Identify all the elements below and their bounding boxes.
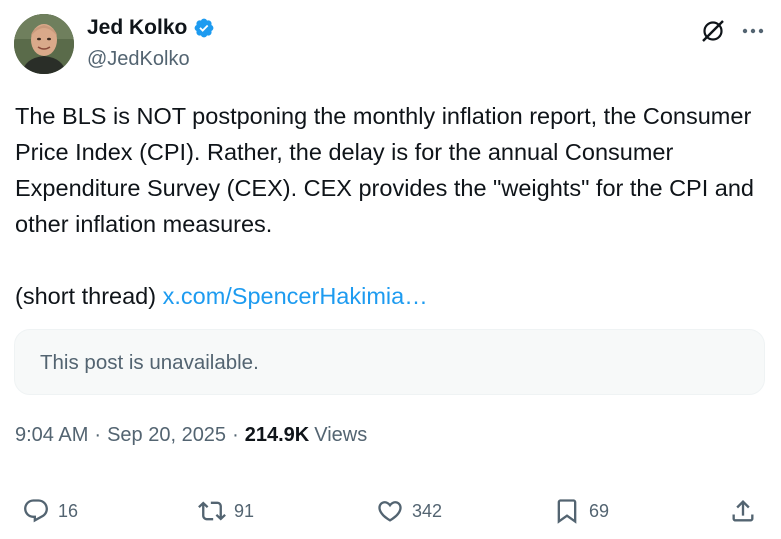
repost-button[interactable]: 91 — [198, 497, 254, 525]
tweet-date[interactable]: Sep 20, 2025 — [107, 424, 226, 447]
author-display-name[interactable]: Jed Kolko — [87, 16, 187, 40]
quoted-post-card[interactable]: This post is unavailable. — [14, 329, 765, 395]
tweet-meta: 9:04 AM · Sep 20, 2025 · 214.9K Views — [15, 424, 367, 447]
like-icon — [378, 501, 402, 522]
more-icon[interactable] — [740, 18, 766, 44]
bookmark-button[interactable]: 69 — [553, 497, 609, 525]
author-handle[interactable]: @JedKolko — [87, 48, 190, 71]
meta-separator: · — [94, 424, 102, 446]
author-name-row[interactable]: Jed Kolko — [87, 16, 215, 40]
repost-count: 91 — [234, 500, 255, 521]
bookmark-count: 69 — [589, 500, 610, 521]
reply-count: 16 — [58, 500, 79, 521]
bookmark-icon — [557, 499, 577, 524]
like-count: 342 — [412, 500, 443, 521]
tweet-text: The BLS is NOT postponing the monthly in… — [15, 98, 765, 314]
share-icon — [732, 500, 754, 522]
quoted-post-unavailable-text: This post is unavailable. — [40, 351, 259, 374]
tweet-paragraph: The BLS is NOT postponing the monthly in… — [15, 103, 754, 237]
tweet-text-prefix: (short thread) — [15, 283, 163, 309]
share-button[interactable] — [729, 497, 757, 525]
repost-icon — [198, 501, 226, 521]
action-bar: 16 91 342 69 — [0, 494, 781, 530]
verified-badge-icon[interactable] — [193, 17, 215, 39]
grok-icon[interactable] — [700, 18, 726, 44]
views-label: Views — [314, 424, 368, 446]
reply-button[interactable]: 16 — [22, 497, 78, 525]
tweet-link[interactable]: x.com/SpencerHakimia… — [163, 283, 428, 309]
tweet-paragraph: (short thread) x.com/SpencerHakimia… — [15, 278, 765, 314]
like-button[interactable]: 342 — [376, 497, 442, 525]
views-count: 214.9K — [244, 424, 310, 446]
meta-separator: · — [232, 424, 239, 446]
tweet-time[interactable]: 9:04 AM — [15, 424, 88, 447]
avatar[interactable] — [14, 14, 74, 74]
avatar-image — [14, 14, 74, 74]
reply-icon — [24, 499, 48, 523]
